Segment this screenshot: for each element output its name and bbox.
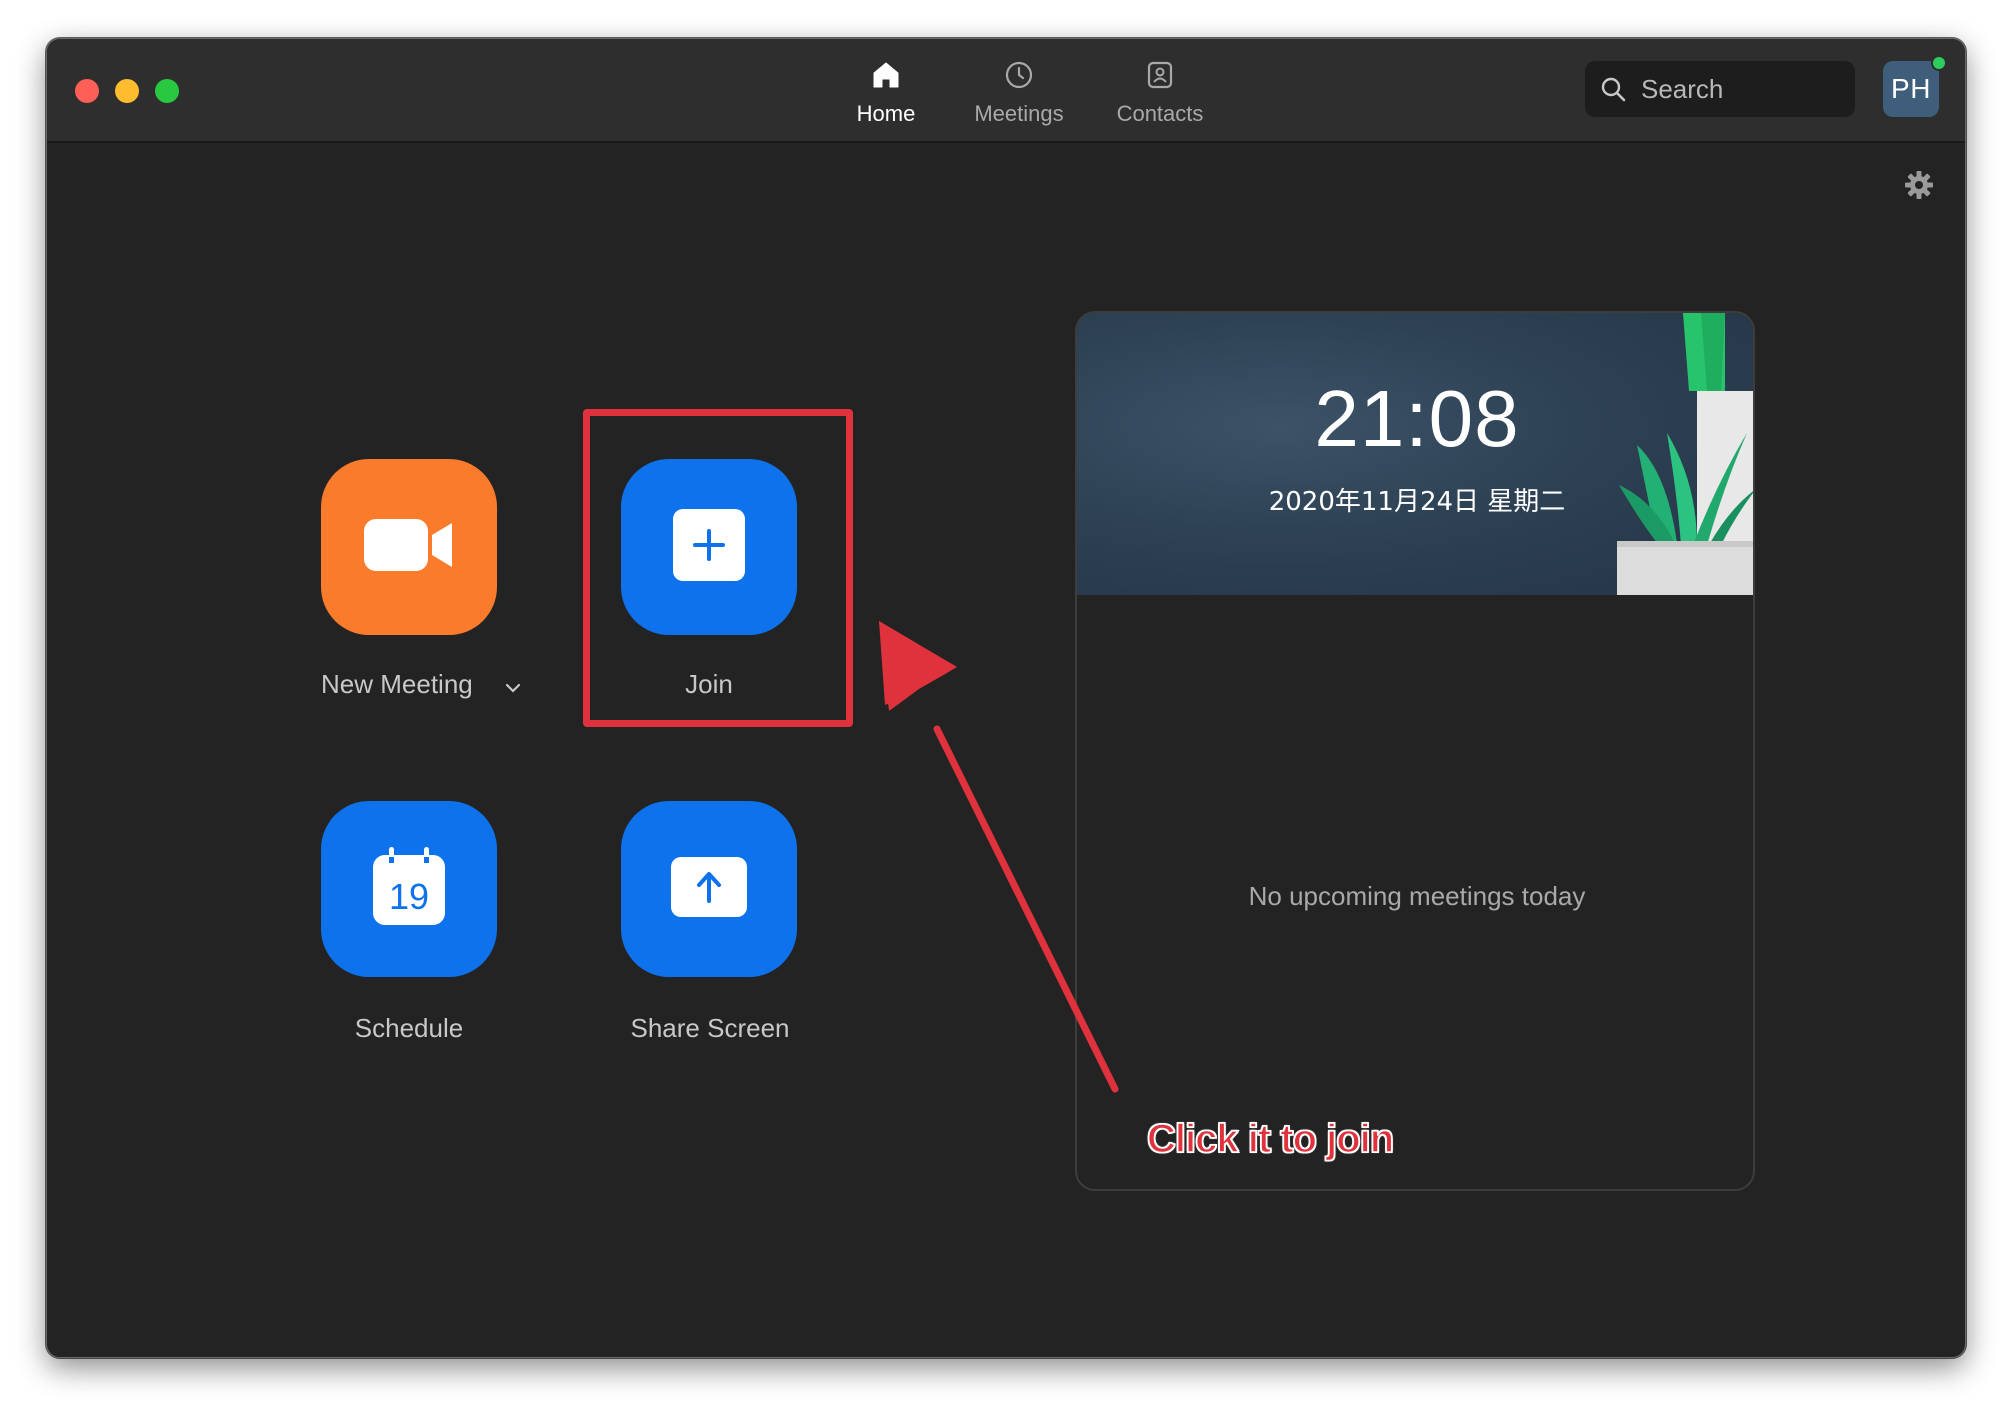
close-window-button[interactable] <box>75 79 99 103</box>
avatar[interactable]: PH <box>1883 61 1939 117</box>
new-meeting-button[interactable] <box>321 459 497 635</box>
no-meetings-message: No upcoming meetings today <box>1248 881 1586 911</box>
plant-illustration <box>1617 313 1753 595</box>
clock-header: 21:08 2020年11月24日 星期二 <box>1077 313 1753 595</box>
upcoming-meetings-card: 21:08 2020年11月24日 星期二 No upcoming meetin… <box>1075 311 1755 1191</box>
settings-gear-icon[interactable] <box>1903 169 1935 201</box>
tab-contacts[interactable]: Contacts <box>1097 57 1223 137</box>
join-highlight-box <box>583 409 853 727</box>
contacts-icon <box>1142 57 1178 93</box>
calendar-icon: 19 <box>371 846 447 932</box>
tab-home[interactable]: Home <box>831 57 941 137</box>
chevron-down-icon[interactable] <box>503 681 523 695</box>
tab-home-label: Home <box>856 101 916 126</box>
schedule-button[interactable]: 19 <box>321 801 497 977</box>
zoom-main-window: Home Meetings Contacts Search PH New Mee… <box>46 38 1966 1358</box>
title-bar: Home Meetings Contacts Search PH <box>47 39 1965 143</box>
clock-icon <box>1001 57 1037 93</box>
zoom-window-button[interactable] <box>155 79 179 103</box>
video-camera-icon <box>364 517 454 578</box>
search-input[interactable]: Search <box>1585 61 1855 117</box>
presence-status-dot <box>1931 55 1947 71</box>
search-icon <box>1599 75 1627 103</box>
upload-arrow-icon <box>671 856 747 922</box>
calendar-day-number: 19 <box>389 876 429 917</box>
tab-meetings[interactable]: Meetings <box>957 57 1081 137</box>
search-placeholder: Search <box>1641 73 1724 104</box>
schedule-label: Schedule <box>354 1013 464 1043</box>
new-meeting-label: New Meeting <box>321 669 473 699</box>
share-screen-label: Share Screen <box>630 1013 790 1043</box>
home-icon <box>868 57 904 93</box>
tab-contacts-label: Contacts <box>1116 101 1204 126</box>
tab-meetings-label: Meetings <box>974 101 1064 126</box>
share-screen-button[interactable] <box>621 801 797 977</box>
annotation-text: Click it to join <box>1146 1116 1395 1162</box>
minimize-window-button[interactable] <box>115 79 139 103</box>
